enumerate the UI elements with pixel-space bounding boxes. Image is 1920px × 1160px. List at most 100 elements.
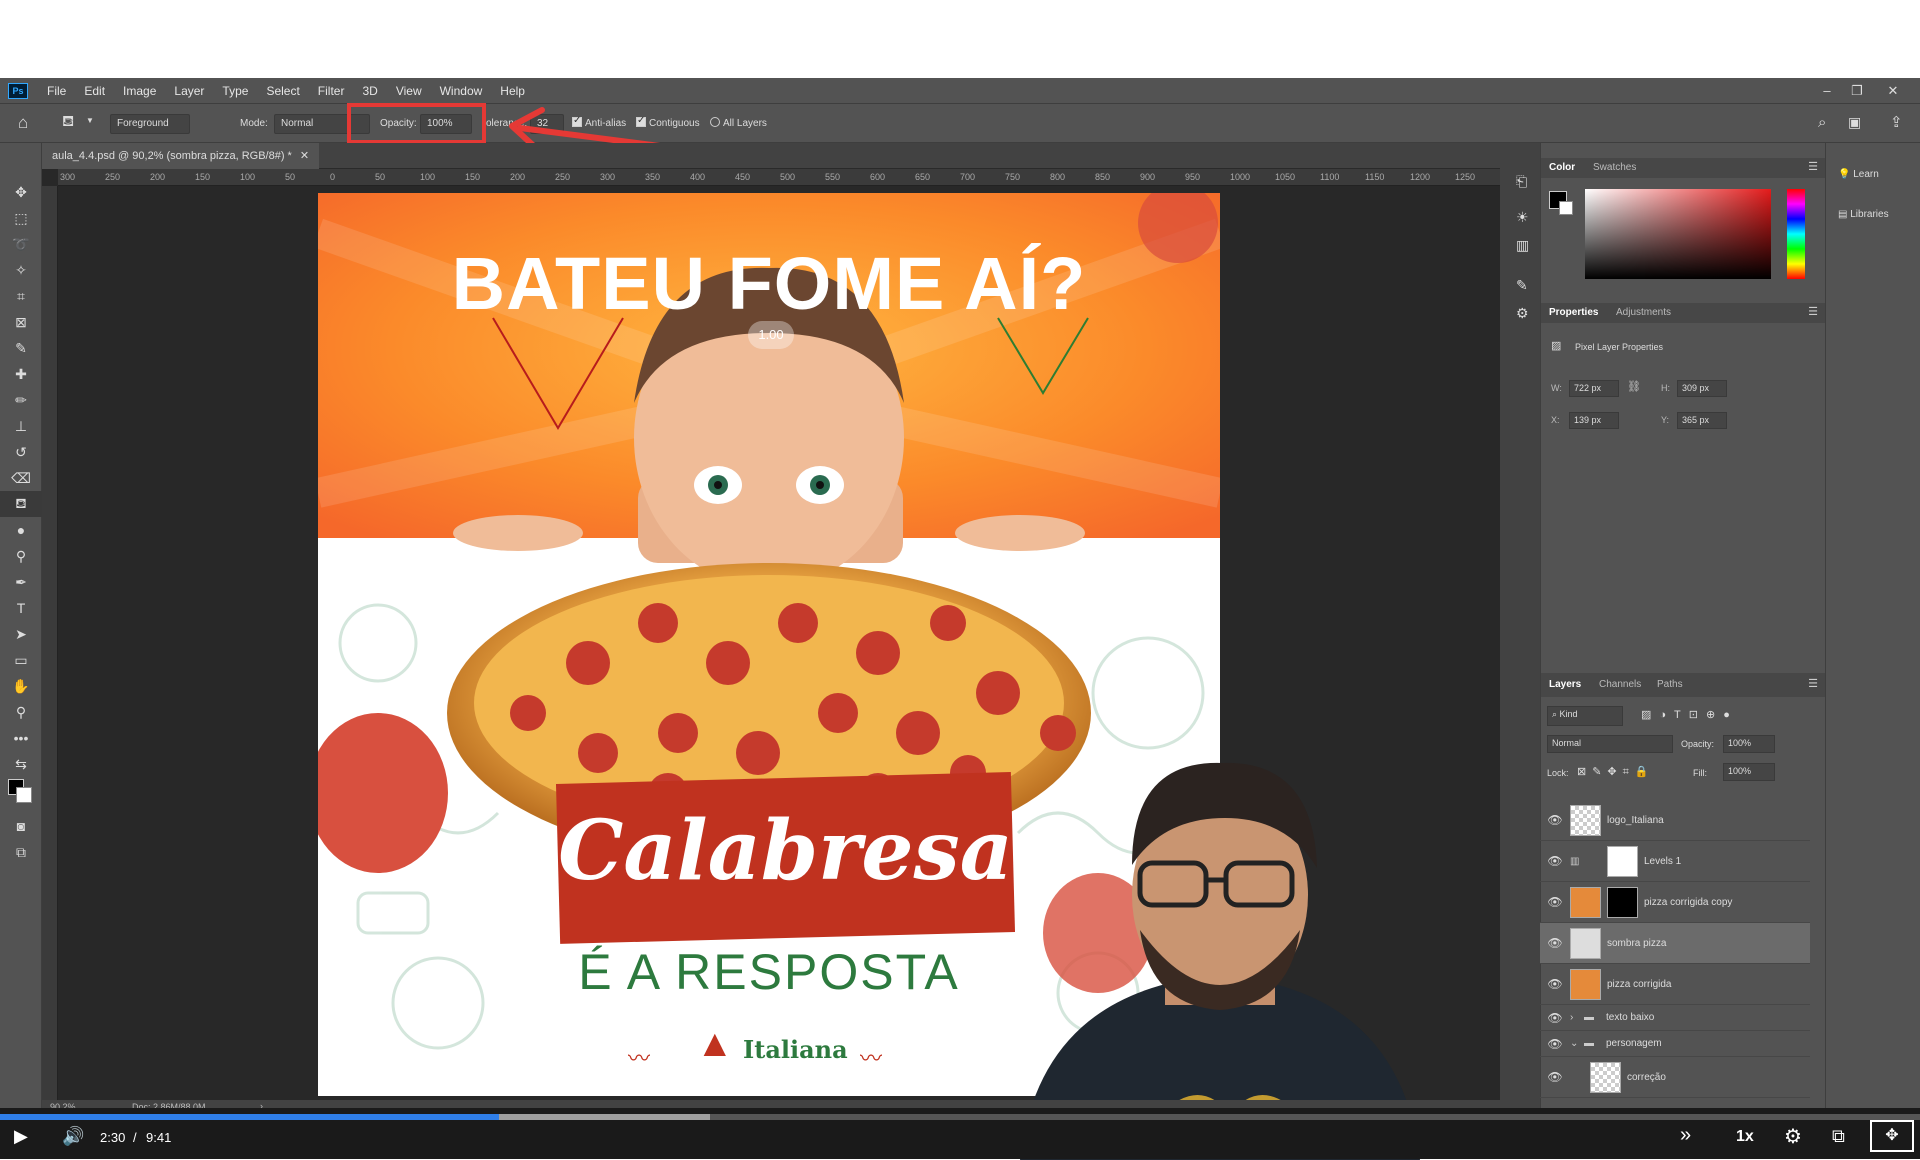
home-icon[interactable]: ⌂ [18,113,28,133]
menu-edit[interactable]: Edit [75,84,114,98]
restore-icon[interactable]: ❐ [1842,78,1872,103]
link-icon[interactable]: ⛓ [1627,380,1641,393]
eye-icon[interactable]: 👁 [1540,936,1570,950]
panel-menu-icon[interactable]: ☰ [1808,677,1818,690]
width-field[interactable]: 722 px [1569,380,1619,397]
search-icon[interactable]: ⌕ [1818,114,1826,131]
dodge-tool-icon[interactable]: ⚲ [0,543,42,569]
tab-channels[interactable]: Channels [1599,679,1641,690]
play-icon[interactable]: ▶ [14,1126,28,1147]
eraser-icon[interactable]: ⌫ [0,465,42,491]
adjust-panel-icon[interactable]: ☀ [1516,209,1529,226]
libraries-button[interactable]: ▤ Libraries [1838,209,1889,220]
blur-tool-icon[interactable]: ● [0,517,42,543]
layer-row[interactable]: 👁 pizza corrigida copy [1540,882,1810,923]
rectangle-tool-icon[interactable]: ▭ [0,647,42,673]
lasso-tool-icon[interactable]: ➰ [0,231,42,257]
quick-mask-icon[interactable]: ◙ [0,813,42,839]
eye-icon[interactable]: 👁 [1540,813,1570,827]
tab-adjustments[interactable]: Adjustments [1616,307,1671,318]
brush-tool-icon[interactable]: ✏ [0,387,42,413]
eye-icon[interactable]: 👁 [1540,1070,1570,1084]
menu-file[interactable]: File [38,84,75,98]
menu-view[interactable]: View [387,84,431,98]
menu-filter[interactable]: Filter [309,84,354,98]
menu-3d[interactable]: 3D [353,84,386,98]
layer-opacity-field[interactable]: 100% [1723,735,1775,753]
type-tool-icon[interactable]: T [0,595,42,621]
background-color-icon[interactable] [1559,201,1573,215]
menu-layer[interactable]: Layer [165,84,213,98]
settings-gear-icon[interactable]: ⚙ [1784,1124,1802,1149]
more-tools-icon[interactable]: ••• [0,725,42,751]
tab-properties[interactable]: Properties [1549,307,1598,318]
lock-icons[interactable]: ⊠✎✥⌗🔒 [1577,765,1655,779]
hue-slider[interactable] [1787,189,1805,279]
eyedropper-icon[interactable]: ✎ [0,335,42,361]
picture-in-picture-icon[interactable]: ⧉ [1832,1126,1845,1147]
eye-icon[interactable]: 👁 [1540,1037,1570,1051]
stamp-tool-icon[interactable]: ⊥ [0,413,42,439]
swap-colors-icon[interactable]: ⇆ [0,751,42,777]
height-field[interactable]: 309 px [1677,380,1727,397]
blend-mode-select[interactable]: Normal [1547,735,1673,753]
panel-menu-icon[interactable]: ☰ [1808,160,1818,173]
layer-row[interactable]: 👁 logo_Italiana [1540,800,1810,841]
layer-row[interactable]: 👁 correção [1540,1057,1810,1098]
chevron-down-icon[interactable]: ⌄ [1570,1038,1584,1049]
paint-bucket-icon[interactable]: ⛾ [62,113,74,132]
levels-panel-icon[interactable]: ▥ [1516,237,1529,254]
fill-source-select[interactable]: Foreground [110,114,190,134]
filter-kind-select[interactable]: ⌕ Kind [1547,706,1623,726]
minimize-icon[interactable]: – [1812,78,1842,103]
history-panel-icon[interactable]: ⎗ [1516,173,1527,190]
layer-filter-icons[interactable]: ▨◑T⊡⊕● [1641,708,1738,721]
zoom-tool-icon[interactable]: ⚲ [0,699,42,725]
close-tab-icon[interactable]: ✕ [300,150,309,162]
menu-select[interactable]: Select [257,84,308,98]
y-field[interactable]: 365 px [1677,412,1727,429]
marquee-tool-icon[interactable]: ⬚ [0,205,42,231]
menu-image[interactable]: Image [114,84,165,98]
paint-bucket-tool-icon[interactable]: ⛾ [0,491,42,517]
learn-button[interactable]: 💡 Learn [1838,169,1879,180]
settings-panel-icon[interactable]: ⚙ [1516,305,1529,322]
screen-mode-icon[interactable]: ⧉ [0,839,42,865]
share-icon[interactable]: ⇪ [1890,113,1903,131]
eye-icon[interactable]: 👁 [1540,1011,1570,1025]
eye-icon[interactable]: 👁 [1540,854,1570,868]
tab-color[interactable]: Color [1549,162,1575,173]
crop-tool-icon[interactable]: ⌗ [0,283,42,309]
background-color-icon[interactable] [16,787,32,803]
layer-group-row[interactable]: 👁 › ▬ texto baixo [1540,1005,1810,1031]
document-tab[interactable]: aula_4.4.psd @ 90,2% (sombra pizza, RGB/… [42,143,320,169]
layer-row[interactable]: 👁 pizza corrigida [1540,964,1810,1005]
color-swatches[interactable] [0,777,41,813]
chevron-down-icon[interactable]: ▼ [86,116,94,125]
tab-paths[interactable]: Paths [1657,679,1683,690]
brush-panel-icon[interactable]: ✎ [1516,277,1528,294]
layer-group-row[interactable]: 👁 ⌄ ▬ personagem [1540,1031,1810,1057]
eye-icon[interactable]: 👁 [1540,977,1570,991]
path-select-icon[interactable]: ➤ [0,621,42,647]
close-icon[interactable]: ✕ [1878,78,1908,103]
menu-window[interactable]: Window [431,84,492,98]
exit-fullscreen-icon[interactable]: ✥ [1870,1120,1914,1152]
history-brush-icon[interactable]: ↺ [0,439,42,465]
healing-brush-icon[interactable]: ✚ [0,361,42,387]
hand-tool-icon[interactable]: ✋ [0,673,42,699]
frame-tool-icon[interactable]: ⊠ [0,309,42,335]
layer-row-selected[interactable]: 👁 sombra pizza [1540,923,1810,964]
volume-icon[interactable]: 🔊 [62,1126,84,1147]
tab-swatches[interactable]: Swatches [1593,162,1636,173]
panel-menu-icon[interactable]: ☰ [1808,305,1818,318]
playback-speed[interactable]: 1x [1736,1128,1754,1146]
workspace-icon[interactable]: ▣ [1848,114,1861,131]
menu-type[interactable]: Type [213,84,257,98]
layer-row[interactable]: 👁 ▥ Levels 1 [1540,841,1810,882]
color-picker-field[interactable] [1585,189,1771,279]
move-tool-icon[interactable]: ✥ [0,179,42,205]
menu-help[interactable]: Help [491,84,534,98]
x-field[interactable]: 139 px [1569,412,1619,429]
pen-tool-icon[interactable]: ✒ [0,569,42,595]
